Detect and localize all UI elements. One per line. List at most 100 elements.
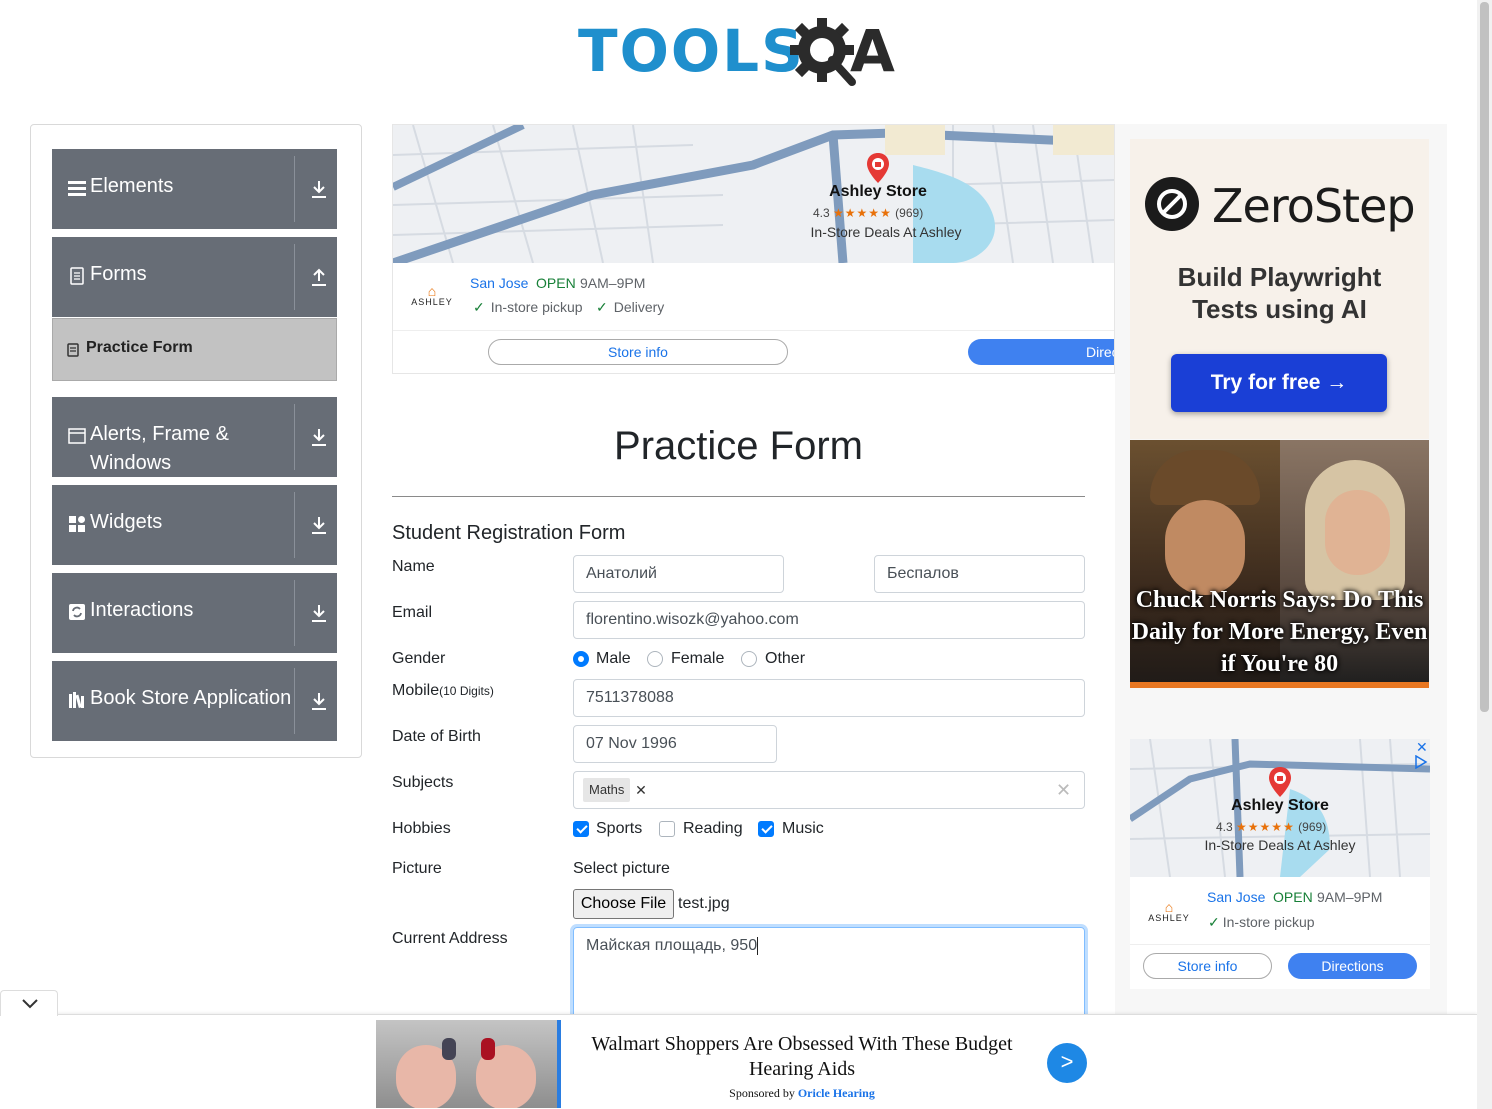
ad-arrow-button[interactable]: > (1047, 1043, 1087, 1083)
download-icon[interactable] (310, 515, 328, 535)
brand-text: ASHLEY (1148, 913, 1190, 923)
toolsqa-logo[interactable]: TOOLS A (578, 14, 904, 92)
page: TOOLS A Elements Forms Practice Form Ale… (0, 0, 1492, 1109)
title-divider (392, 496, 1085, 497)
hobby-sports-label[interactable]: Sports (596, 820, 642, 838)
sidebar-group-interactions[interactable]: Interactions (52, 573, 337, 653)
text-caret (757, 937, 759, 955)
download-icon[interactable] (310, 603, 328, 623)
tagline-line1: Build Playwright (1177, 262, 1382, 292)
group-label: Book Store Application (90, 687, 292, 709)
download-icon[interactable] (310, 691, 328, 711)
divider (1130, 944, 1430, 945)
hobby-reading-label[interactable]: Reading (683, 820, 743, 838)
store-rating: 4.3 ★★★★★ (969) (813, 206, 923, 220)
group-label: Interactions (90, 599, 194, 621)
first-name-input[interactable]: Анатолий (573, 555, 784, 593)
map-ad-small[interactable]: Ashley Store 4.3 ★★★★★ (969) In-Store De… (1130, 739, 1430, 989)
collapse-ad-button[interactable] (0, 990, 58, 1016)
divider (294, 668, 295, 734)
ad-headline: Chuck Norris Says: Do This Daily for Mor… (1131, 587, 1428, 677)
store-city[interactable]: San Jose (1207, 889, 1265, 905)
group-header[interactable]: Elements (52, 149, 337, 229)
email-input[interactable]: florentino.wisozk@yahoo.com (573, 601, 1085, 639)
sidebar: Elements Forms Practice Form Alerts, Fra… (30, 124, 362, 758)
map-image[interactable]: Ashley Store 4.3 ★★★★★ (969) In-Store De… (393, 125, 1114, 263)
sidebar-group-alerts[interactable]: Alerts, Frame & Windows (52, 397, 337, 477)
group-header[interactable]: Interactions (52, 573, 337, 653)
map-image[interactable]: Ashley Store 4.3 ★★★★★ (969) In-Store De… (1130, 739, 1430, 878)
current-address-textarea[interactable]: Майская площадь, 950 (573, 927, 1085, 1027)
address-label: Current Address (392, 930, 508, 947)
bottom-ad-bar[interactable]: Walmart Shoppers Are Obsessed With These… (0, 1014, 1477, 1109)
sponsor-name[interactable]: Oricle Hearing (798, 1086, 875, 1100)
page-title: Practice Form (614, 424, 863, 468)
divider (294, 156, 295, 222)
date-of-birth-input[interactable]: 07 Nov 1996 (573, 725, 777, 763)
store-info-button[interactable]: Store info (488, 339, 788, 365)
hamburger-icon (68, 181, 86, 196)
rating-value: 4.3 (813, 206, 830, 220)
group-header[interactable]: Forms (52, 237, 337, 317)
feature-pickup: ✓ In-store pickup (473, 299, 583, 316)
clear-icon[interactable]: ✕ (1056, 778, 1071, 802)
hobby-sports-checkbox[interactable] (573, 821, 589, 837)
try-free-button[interactable]: Try for free → (1171, 354, 1387, 412)
hobby-music-checkbox[interactable] (758, 821, 774, 837)
sidebar-group-forms[interactable]: Forms (52, 237, 337, 317)
sidebar-group-widgets[interactable]: Widgets (52, 485, 337, 565)
gender-other-label[interactable]: Other (765, 650, 805, 668)
adchoices-icon[interactable] (1414, 755, 1428, 769)
group-header[interactable]: Widgets (52, 485, 337, 565)
dob-label: Date of Birth (392, 728, 481, 745)
check-icon: ✓ (1208, 914, 1220, 930)
divider (294, 244, 295, 310)
ad-sponsor: Sponsored by Oricle Hearing (585, 1086, 1019, 1101)
chuck-norris-ad[interactable]: Chuck Norris Says: Do This Daily for Mor… (1130, 440, 1429, 688)
sidebar-group-elements[interactable]: Elements (52, 149, 337, 229)
store-status: OPEN (536, 275, 576, 291)
upload-icon[interactable] (310, 267, 328, 287)
store-name: Ashley Store (829, 183, 927, 200)
zerostep-logo-icon (1145, 177, 1199, 231)
map-ad-banner[interactable]: Ashley Store 4.3 ★★★★★ (969) In-Store De… (392, 124, 1115, 374)
store-info-button[interactable]: Store info (1143, 953, 1272, 979)
scrollbar-thumb[interactable] (1480, 2, 1489, 712)
window-icon (68, 428, 86, 444)
hobby-reading-checkbox[interactable] (659, 821, 675, 837)
choose-file-button[interactable]: Choose File (573, 889, 674, 919)
sidebar-item-practice-form[interactable]: Practice Form (52, 318, 337, 381)
close-icon[interactable]: ✕ (1416, 739, 1428, 756)
sidebar-group-book-store[interactable]: Book Store Application (52, 661, 337, 741)
hobby-music-label[interactable]: Music (782, 820, 824, 838)
gender-female-label[interactable]: Female (671, 650, 724, 668)
divider (294, 404, 295, 470)
download-icon[interactable] (310, 179, 328, 199)
group-header[interactable]: Book Store Application (52, 661, 337, 741)
directions-button[interactable]: Directions (1288, 953, 1417, 979)
directions-button[interactable]: Directions (968, 339, 1114, 365)
feature-pickup: ✓ In-store pickup (1208, 914, 1315, 931)
mobile-input[interactable]: 7511378088 (573, 679, 1085, 717)
zerostep-ad[interactable]: ZeroStep Build Playwright Tests using AI … (1130, 139, 1429, 439)
check-icon: ✓ (596, 299, 608, 315)
zerostep-tagline: Build Playwright Tests using AI (1130, 261, 1429, 325)
download-icon[interactable] (310, 427, 328, 447)
rating-stars: ★★★★★ (833, 206, 892, 220)
store-info-row: ⌂ ASHLEY San Jose OPEN 9AM–9PM ✓ In-store … (393, 263, 1114, 331)
ad-title[interactable]: Walmart Shoppers Are Obsessed With These… (585, 1032, 1019, 1082)
house-icon: ⌂ (1164, 899, 1174, 915)
gender-female-radio[interactable] (647, 651, 663, 667)
gender-male-label[interactable]: Male (596, 650, 631, 668)
last-name-input[interactable]: Беспалов (874, 555, 1085, 593)
store-city[interactable]: San Jose (470, 275, 528, 291)
group-header[interactable]: Alerts, Frame & Windows (52, 397, 337, 477)
page-scrollbar[interactable] (1477, 0, 1492, 1109)
form-title: Student Registration Form (392, 522, 626, 544)
gender-other-radio[interactable] (741, 651, 757, 667)
remove-tag-icon[interactable]: ✕ (632, 778, 650, 802)
gender-label: Gender (392, 650, 446, 667)
check-icon: ✓ (473, 299, 485, 315)
file-name: test.jpg (678, 895, 730, 912)
gender-male-radio[interactable] (573, 651, 589, 667)
